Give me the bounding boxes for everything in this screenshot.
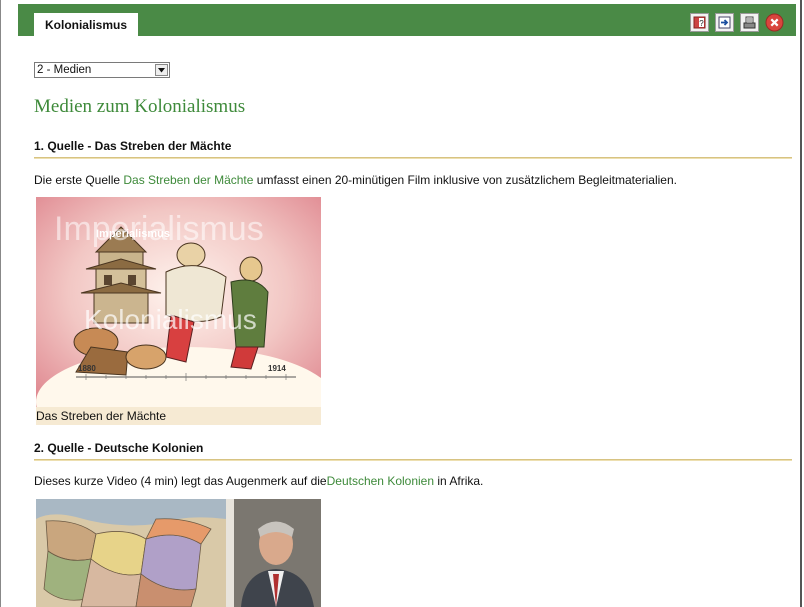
toolbar: ? [690,13,784,32]
section-2-link[interactable]: Deutschen Kolonien [327,474,434,488]
section-1-video-thumbnail[interactable]: Imperialismus Imperialismus Kolonialismu… [36,197,321,407]
thumbnail-title-bottom: Kolonialismus [84,304,257,335]
section-2-video-thumbnail[interactable] [36,499,321,607]
timeline-start-label: 1880 [78,364,96,373]
section-1-heading: 1. Quelle - Das Streben der Mächte [34,139,232,153]
chevron-down-icon[interactable] [155,64,168,76]
section-2-divider [34,459,792,461]
timeline-end-label: 1914 [268,364,286,373]
section-1-caption: Das Streben der Mächte [36,407,321,425]
section-2-text-after: in Afrika. [434,474,484,488]
chapter-select[interactable]: 2 - Medien [34,62,170,78]
section-2-heading: 2. Quelle - Deutsche Kolonien [34,441,204,455]
help-book-icon[interactable]: ? [690,13,709,32]
print-icon[interactable] [740,13,759,32]
export-icon[interactable] [715,13,734,32]
section-1-text-before: Die erste Quelle [34,173,124,187]
section-2-text: Dieses kurze Video (4 min) legt das Auge… [34,474,483,488]
tab-kolonialismus[interactable]: Kolonialismus [34,13,138,36]
page-title: Medien zum Kolonialismus [34,96,246,117]
chapter-select-value: 2 - Medien [37,64,92,76]
close-icon[interactable] [765,13,784,32]
svg-text:?: ? [699,19,704,28]
section-1-divider [34,157,792,159]
section-2-text-before: Dieses kurze Video (4 min) legt das Auge… [34,474,327,488]
section-1-text-after: umfasst einen 20-minütigen Film inklusiv… [253,173,677,187]
section-1-link[interactable]: Das Streben der Mächte [123,173,253,187]
section-1-text: Die erste Quelle Das Streben der Mächte … [34,173,677,187]
thumbnail-title-small: Imperialismus [96,228,170,240]
